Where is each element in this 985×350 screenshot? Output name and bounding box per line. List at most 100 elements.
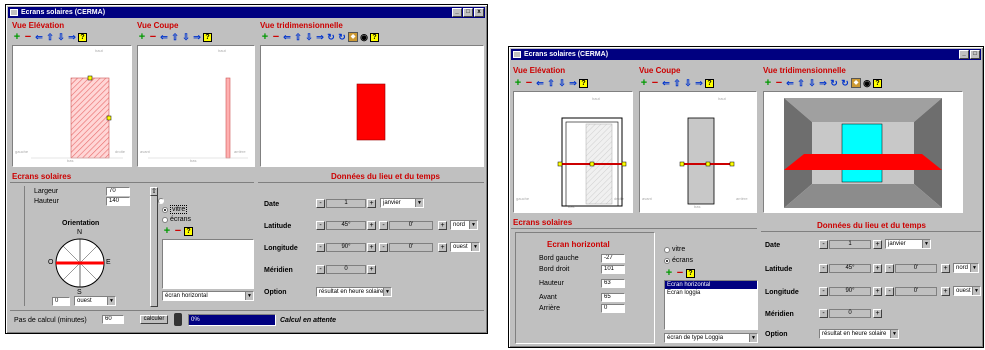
date-minus[interactable]: - xyxy=(316,199,325,208)
option-select[interactable]: résultat en heure solaire ▼ xyxy=(316,287,392,297)
handle-mid[interactable] xyxy=(589,161,595,167)
add-icon[interactable]: + xyxy=(137,32,147,43)
latitude-min[interactable]: 0' xyxy=(389,221,433,230)
longitude-dir-select[interactable]: ouest ▼ xyxy=(450,242,480,252)
minimize-button[interactable]: _ xyxy=(959,50,969,59)
meridien-value[interactable]: 0 xyxy=(829,309,871,318)
add-icon[interactable]: + xyxy=(763,78,773,89)
arrow-right-icon[interactable]: ⇒ xyxy=(315,32,325,42)
resize-handle-top[interactable] xyxy=(87,75,93,81)
date-minus[interactable]: - xyxy=(819,240,828,249)
arrow-left-icon[interactable]: ⇐ xyxy=(535,78,545,88)
handle-left[interactable] xyxy=(557,161,563,167)
meridien-minus[interactable]: - xyxy=(819,309,828,318)
remove-icon[interactable]: − xyxy=(271,32,281,43)
month-select[interactable]: janvier ▼ xyxy=(380,198,424,208)
radio-vitre[interactable] xyxy=(664,247,670,253)
list-item-selected[interactable]: Ecran horizontal xyxy=(665,281,757,289)
month-select[interactable]: janvier ▼ xyxy=(885,239,931,249)
latitude-deg-plus[interactable]: + xyxy=(367,221,376,230)
arrow-left-icon[interactable]: ⇐ xyxy=(785,78,795,88)
arrow-right-icon[interactable]: ⇒ xyxy=(818,78,828,88)
coupe-canvas[interactable]: haut avant arrière bas xyxy=(639,91,757,213)
arrow-right-icon[interactable]: ⇒ xyxy=(568,78,578,88)
radio-ecrans[interactable] xyxy=(162,217,168,223)
add-icon[interactable]: + xyxy=(639,78,649,89)
longitude-deg[interactable]: 90° xyxy=(326,243,366,252)
latitude-dir-select[interactable]: nord ▼ xyxy=(953,263,979,273)
handle-right[interactable] xyxy=(621,161,627,167)
help-icon[interactable]: ? xyxy=(184,226,193,236)
latitude-deg-minus[interactable]: - xyxy=(819,264,828,273)
help-icon[interactable]: ? xyxy=(203,32,212,42)
latitude-min-plus[interactable]: + xyxy=(438,221,447,230)
elevation-canvas[interactable]: haut gauche droite bas xyxy=(513,91,633,213)
latitude-dir-select[interactable]: nord ▼ xyxy=(450,220,478,230)
view-icon[interactable]: ◉ xyxy=(359,32,369,42)
ecran-type-select[interactable]: écran horizontal ▼ xyxy=(162,291,254,301)
latitude-deg-plus[interactable]: + xyxy=(873,264,882,273)
arrow-right-icon[interactable]: ⇒ xyxy=(67,32,77,42)
latitude-min-minus[interactable]: - xyxy=(885,264,894,273)
date-day[interactable]: 1 xyxy=(829,240,871,249)
latitude-deg-minus[interactable]: - xyxy=(316,221,325,230)
longitude-deg[interactable]: 90° xyxy=(829,287,871,296)
arrow-left-icon[interactable]: ⇐ xyxy=(34,32,44,42)
field-input-hauteur[interactable]: 63 xyxy=(601,279,625,288)
add-ecran-icon[interactable]: + xyxy=(664,268,674,279)
latitude-min-plus[interactable]: + xyxy=(941,264,950,273)
remove-icon[interactable]: − xyxy=(148,32,158,43)
latitude-min-minus[interactable]: - xyxy=(379,221,388,230)
arrow-down-icon[interactable]: ⇩ xyxy=(683,78,693,88)
longitude-min-plus[interactable]: + xyxy=(941,287,950,296)
date-plus[interactable]: + xyxy=(367,199,376,208)
remove-ecran-icon[interactable]: − xyxy=(675,268,685,279)
help-icon[interactable]: ? xyxy=(686,268,695,278)
arrow-up-icon[interactable]: ⇧ xyxy=(546,78,556,88)
arrow-down-icon[interactable]: ⇩ xyxy=(557,78,567,88)
arrow-right-icon[interactable]: ⇒ xyxy=(694,78,704,88)
close-button[interactable]: x xyxy=(474,8,484,17)
remove-icon[interactable]: − xyxy=(524,78,534,89)
list-item[interactable]: Ecran loggia xyxy=(665,289,757,297)
minimize-button[interactable]: _ xyxy=(452,8,462,17)
field-input-bord-droit[interactable]: 101 xyxy=(601,265,625,274)
longitude-min[interactable]: 0' xyxy=(389,243,433,252)
hauteur-input[interactable]: 140 xyxy=(106,197,130,206)
help-icon[interactable]: ? xyxy=(579,78,588,88)
longitude-dir-select[interactable]: ouest ▼ xyxy=(953,286,981,296)
view-icon[interactable]: ◉ xyxy=(862,78,872,88)
add-icon[interactable]: + xyxy=(12,32,22,43)
rotate-icon[interactable]: ↻ xyxy=(326,32,336,42)
help-icon[interactable]: ? xyxy=(705,78,714,88)
meridien-value[interactable]: 0 xyxy=(326,265,366,274)
radio-ecrans[interactable] xyxy=(664,258,670,264)
arrow-up-icon[interactable]: ⇧ xyxy=(170,32,180,42)
3d-canvas[interactable] xyxy=(763,91,963,213)
remove-icon[interactable]: − xyxy=(650,78,660,89)
arrow-left-icon[interactable]: ⇐ xyxy=(282,32,292,42)
elevation-canvas[interactable]: haut gauche droite bas xyxy=(12,45,132,167)
add-ecran-icon[interactable]: + xyxy=(162,226,172,237)
latitude-deg[interactable]: 45° xyxy=(829,264,871,273)
arrow-up-icon[interactable]: ⇧ xyxy=(293,32,303,42)
calculer-button[interactable]: calculer xyxy=(140,315,168,324)
arrow-down-icon[interactable]: ⇩ xyxy=(56,32,66,42)
handle-front[interactable] xyxy=(679,161,685,167)
maximize-button[interactable]: □ xyxy=(463,8,473,17)
latitude-deg[interactable]: 45° xyxy=(326,221,366,230)
vertical-scrollbar[interactable] xyxy=(150,187,158,307)
longitude-deg-plus[interactable]: + xyxy=(367,243,376,252)
latitude-min[interactable]: 0' xyxy=(895,264,937,273)
meridien-minus[interactable]: - xyxy=(316,265,325,274)
longitude-min-plus[interactable]: + xyxy=(438,243,447,252)
largeur-input[interactable]: 70 xyxy=(106,187,130,196)
handle-mid[interactable] xyxy=(705,161,711,167)
maximize-button[interactable]: □ xyxy=(970,50,980,59)
perspective-icon[interactable]: ◆ xyxy=(851,78,861,88)
arrow-up-icon[interactable]: ⇧ xyxy=(672,78,682,88)
meridien-plus[interactable]: + xyxy=(873,309,882,318)
radio-vitre[interactable] xyxy=(162,207,168,213)
pas-input[interactable]: 60 xyxy=(102,315,124,324)
add-icon[interactable]: + xyxy=(513,78,523,89)
